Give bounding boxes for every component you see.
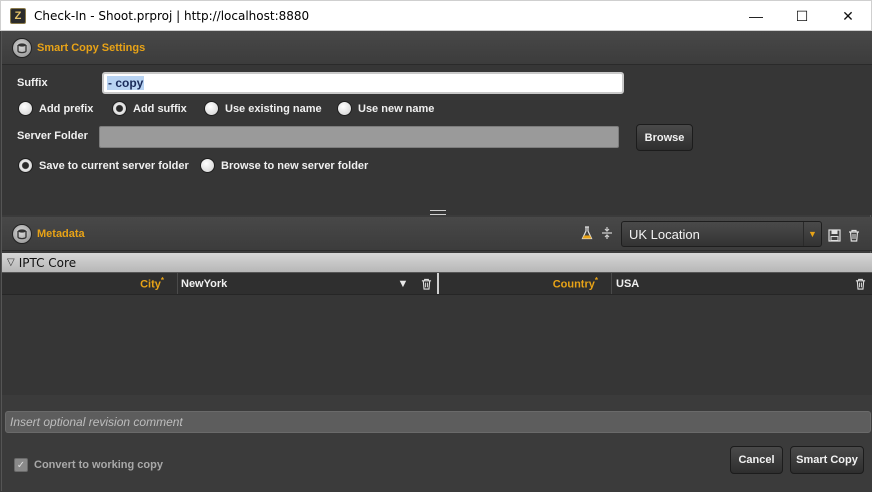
cancel-button[interactable]: Cancel [730,446,783,474]
browse-new-folder-radio[interactable]: Browse to new server folder [200,158,368,173]
iptc-core-group-header[interactable]: ▽ IPTC Core [2,253,872,273]
radio-dot [18,101,33,116]
radio-dot [200,158,215,173]
database-icon [12,223,32,244]
radio-dot [204,101,219,116]
group-title: IPTC Core [18,255,77,270]
city-label: City* [62,276,164,291]
suffix-label: Suffix [17,77,48,89]
country-value-field[interactable]: USA [612,273,842,294]
dropdown-arrow-icon[interactable]: ▼ [395,276,411,292]
radio-label: Use new name [358,102,435,115]
trash-icon[interactable] [852,276,868,292]
chevron-down-icon: ▼ [803,222,821,246]
database-icon [12,37,32,58]
collapse-triangle-icon: ▽ [7,257,15,268]
section-title: Metadata [37,227,85,240]
collapse-rows-icon[interactable] [599,225,615,241]
radio-dot-selected [18,158,33,173]
trash-icon[interactable] [846,227,862,243]
required-mark: * [594,276,598,285]
server-folder-field [99,126,619,148]
convert-working-copy-checkbox[interactable]: ✓ [14,458,28,472]
add-prefix-radio[interactable]: Add prefix [18,101,93,116]
flask-icon[interactable] [579,225,595,241]
radio-label: Save to current server folder [39,159,189,172]
window-title: Check-In - Shoot.prproj | http://localho… [34,8,310,23]
app-logo-icon: Z [10,7,26,24]
revision-comment-input[interactable]: Insert optional revision comment [5,411,871,433]
add-suffix-radio[interactable]: Add suffix [112,101,187,116]
metadata-preset-select[interactable]: UK Location ▼ [621,221,822,247]
convert-working-copy-label: Convert to working copy [34,459,163,471]
use-new-name-radio[interactable]: Use new name [337,101,434,116]
field-label-text: City [140,278,161,291]
radio-label: Browse to new server folder [221,159,369,172]
radio-label: Add suffix [133,102,187,115]
country-label: Country* [492,276,598,291]
dialog-body: Smart Copy Settings Suffix - copy Add pr… [1,31,872,491]
suffix-input[interactable]: - copy [102,72,624,94]
radio-label: Add prefix [39,102,94,115]
radio-label: Use existing name [225,102,322,115]
radio-dot [337,101,352,116]
splitter-grip[interactable] [430,210,446,215]
radio-dot-selected [112,101,127,116]
smart-copy-button[interactable]: Smart Copy [790,446,864,474]
column-divider [437,273,439,294]
browse-button[interactable]: Browse [636,124,693,151]
save-current-folder-radio[interactable]: Save to current server folder [18,158,189,173]
required-mark: * [160,276,164,285]
smart-copy-settings-header[interactable]: Smart Copy Settings [2,31,872,65]
trash-icon[interactable] [418,276,434,292]
minimize-button[interactable]: — [733,1,779,31]
window-controls: — ☐ ✕ [733,1,871,31]
metadata-field-row: City* NewYork ▼ Country* USA [2,273,872,295]
section-title: Smart Copy Settings [37,41,146,54]
maximize-button[interactable]: ☐ [779,1,825,31]
preset-value: UK Location [629,226,700,242]
server-folder-label: Server Folder [17,130,88,142]
field-label-text: Country [552,278,595,291]
footer-area [2,395,872,491]
metadata-list-area [2,295,872,408]
save-icon[interactable] [826,227,842,243]
suffix-input-value: - copy [107,76,145,90]
close-button[interactable]: ✕ [825,1,871,31]
window-titlebar: Z Check-In - Shoot.prproj | http://local… [0,0,872,31]
use-existing-name-radio[interactable]: Use existing name [204,101,322,116]
